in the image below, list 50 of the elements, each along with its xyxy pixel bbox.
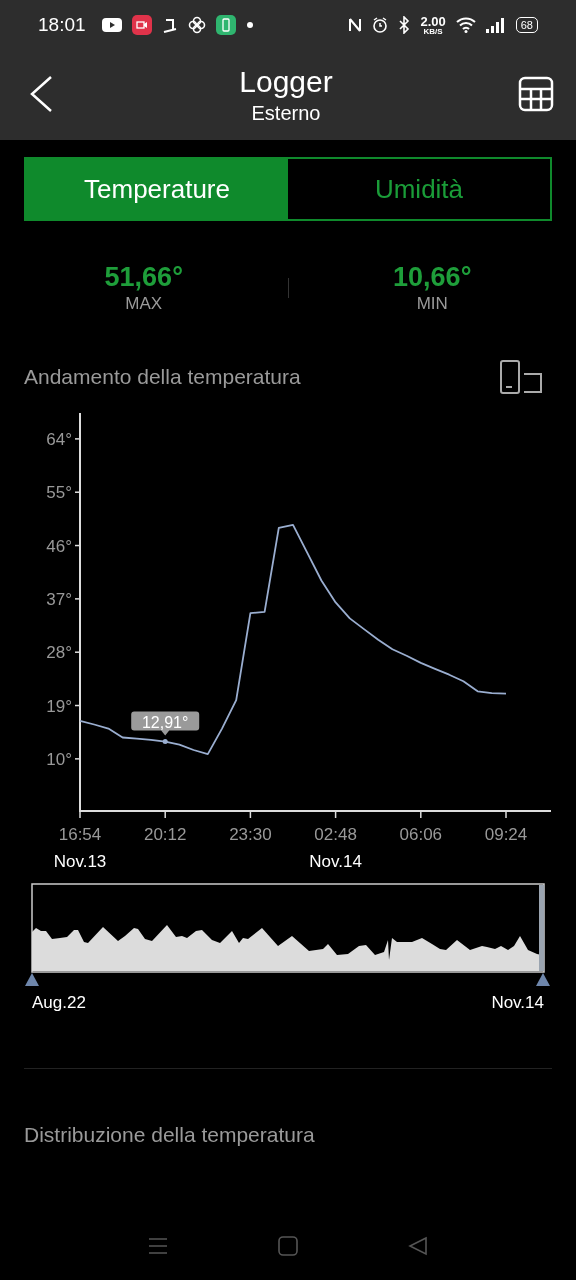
value-tooltip: 12,91° (131, 711, 200, 736)
nfc-icon (348, 17, 363, 33)
y-tick-label: 64° (46, 429, 72, 449)
stat-value: 10,66° (393, 261, 472, 293)
wifi-icon (455, 17, 476, 33)
date-label: Nov.13 (53, 852, 107, 871)
y-tick-label: 55° (46, 483, 72, 503)
home-icon[interactable] (278, 1236, 298, 1256)
range-start-label: Aug.22 (32, 993, 86, 1012)
x-tick-label: 16:54 (58, 825, 102, 844)
x-tick-label: 02:48 (314, 825, 357, 844)
x-tick-label: 23:30 (229, 825, 272, 844)
stat-value: 51,66° (104, 261, 183, 293)
range-end-handle[interactable] (536, 973, 550, 986)
battery-level: 68 (515, 17, 538, 33)
stat-label: MIN (416, 293, 448, 315)
x-tick-label: 20:12 (143, 825, 187, 844)
x-tick-label: 06:06 (399, 825, 443, 844)
y-tick-label: 19° (46, 696, 72, 716)
pinwheel-icon (187, 16, 206, 34)
clock-time: 18:01 (38, 14, 86, 36)
y-tick-label: 37° (46, 589, 72, 609)
y-tick-label: 28° (46, 643, 72, 663)
back-icon[interactable] (408, 1236, 428, 1256)
stat-label: MAX (125, 293, 163, 315)
screen-title: Logger (239, 64, 333, 100)
battery-app-icon (215, 15, 236, 35)
annotation: 12,91° (141, 713, 189, 731)
network-speed: 2.00 (420, 14, 446, 28)
rotate-screen-icon[interactable] (500, 360, 542, 394)
y-tick-label: 10° (46, 749, 72, 769)
date-label: Nov.14 (309, 852, 362, 871)
back-icon (28, 74, 54, 113)
x-tick-label: 09:24 (484, 825, 528, 844)
camera-icon (131, 15, 152, 35)
video-play-icon (101, 18, 122, 32)
y-tick-label: 46° (46, 536, 72, 556)
data-point (162, 739, 168, 745)
section-title: Distribuzione della temperatura (24, 1123, 315, 1146)
section-title: Andamento della temperatura (24, 365, 302, 389)
table-icon (518, 75, 554, 112)
network-speed-unit: KB/S (423, 27, 443, 36)
tab[interactable]: Temperature (26, 159, 288, 219)
range-end-label: Nov.14 (491, 993, 544, 1012)
alarm-icon (372, 17, 389, 33)
dot-icon (245, 21, 254, 29)
signal-icon (485, 17, 506, 33)
range-start-handle[interactable] (25, 973, 39, 986)
bluetooth-icon (398, 16, 411, 34)
screen-subtitle: Esterno (251, 101, 321, 126)
